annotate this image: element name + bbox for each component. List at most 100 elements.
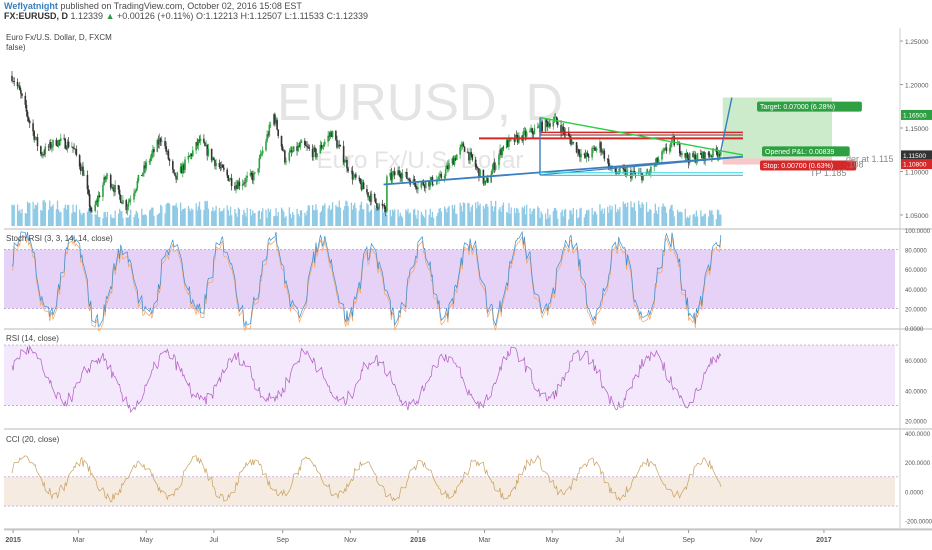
volume-bar (355, 208, 357, 226)
stoch-tick-label: 60.0000 (905, 268, 927, 274)
volume-bar (350, 202, 353, 226)
time-tick-label: May (140, 537, 154, 544)
volume-bar (408, 213, 410, 226)
stoch-tick-label: 100.0000 (905, 229, 931, 235)
volume-bar (716, 209, 719, 226)
rsi-title[interactable]: RSI (14, close) (6, 334, 59, 343)
candle-body (352, 175, 355, 180)
candle-body (460, 144, 463, 148)
volume-bar (49, 200, 51, 226)
candle-body (153, 149, 155, 152)
volume-bar (500, 211, 502, 226)
volume-bar (156, 215, 159, 226)
volume-bar (491, 205, 493, 226)
candle-body (525, 132, 528, 137)
volume-bar (75, 204, 78, 226)
volume-bar (658, 206, 660, 226)
volume-bar (82, 212, 84, 226)
volume-bar (269, 209, 272, 226)
candle-body (288, 152, 291, 161)
price-axis-badge-label: 1.10800 (903, 162, 927, 169)
volume-bar (290, 218, 293, 226)
candle-body (137, 175, 140, 182)
volume-bar (36, 202, 39, 226)
volume-bar (12, 205, 14, 226)
volume-bar (166, 202, 168, 226)
candle-body (135, 188, 138, 192)
candle-body (218, 163, 221, 168)
candle-body (343, 162, 346, 163)
volume-bar (611, 206, 613, 226)
candle-body (142, 172, 144, 176)
volume-bar (549, 214, 551, 226)
volume-bar (296, 208, 298, 226)
volume-bar (469, 211, 471, 226)
volume-bar (610, 209, 612, 226)
volume-bar (366, 202, 368, 226)
volume-bar (153, 216, 155, 226)
volume-bar (546, 219, 548, 226)
volume-bar (143, 215, 145, 226)
volume-bar (701, 216, 703, 226)
volume-bar (649, 209, 651, 226)
volume-bar (618, 210, 620, 226)
candle-body (373, 193, 376, 199)
candle-body (603, 150, 606, 159)
candle-body (600, 142, 602, 152)
volume-bar (79, 209, 81, 226)
volume-bar (235, 213, 237, 226)
chart-canvas[interactable]: EURUSD, D Euro Fx/U.S. Dollar 1.250001.2… (0, 0, 932, 550)
volume-bar (394, 209, 396, 226)
volume-bar (625, 206, 628, 226)
volume-bar (173, 205, 175, 226)
volume-bar (218, 208, 221, 226)
volume-bar (64, 204, 66, 226)
price-panel-title[interactable]: Euro Fx/U.S. Dollar, D, FXCM (6, 33, 112, 42)
candle-body (474, 159, 477, 168)
candle-body (393, 171, 396, 176)
volume-bar (363, 209, 365, 226)
candle-body (292, 146, 295, 152)
volume-bar (214, 210, 216, 226)
volume-bar (33, 208, 35, 226)
candle-body (106, 174, 109, 176)
stoch-rsi-title[interactable]: Stoch RSI (3, 3, 14, 14, close) (6, 234, 113, 243)
time-tick-label: Jul (209, 537, 218, 544)
volume-bar (510, 207, 512, 226)
candle-body (133, 193, 135, 200)
candle-body (105, 175, 108, 180)
volume-bar (486, 203, 488, 226)
volume-bar (572, 208, 574, 226)
candle-body (207, 148, 210, 156)
volume-bar (34, 204, 36, 226)
volume-bar (664, 207, 667, 226)
volume-bar (592, 214, 594, 226)
candle-body (346, 159, 348, 169)
candle-body (87, 189, 90, 194)
tp-annotation: TP 1.185 (810, 168, 846, 178)
candle-body (508, 138, 510, 147)
candle-body (114, 185, 116, 193)
volume-bar (277, 211, 279, 226)
volume-bar (359, 204, 361, 226)
volume-bar (184, 208, 186, 226)
candle-body (487, 178, 489, 183)
volume-bar (452, 208, 455, 226)
candle-body (129, 199, 132, 201)
cci-title[interactable]: CCI (20, close) (6, 435, 60, 444)
volume-bar (66, 204, 69, 226)
volume-bar (712, 214, 714, 226)
volume-bar (446, 212, 448, 226)
volume-bar (168, 203, 171, 226)
volume-bar (280, 207, 283, 226)
volume-bar (634, 210, 637, 226)
volume-bar (588, 209, 590, 226)
candle-body (304, 140, 306, 145)
candle-body (117, 185, 120, 190)
stoch-tick-label: 0.0000 (905, 327, 924, 333)
candle-body (122, 200, 124, 204)
volume-bar (670, 205, 672, 226)
volume-bar (215, 205, 217, 226)
volume-bar (229, 206, 232, 226)
candle-body (160, 140, 163, 142)
